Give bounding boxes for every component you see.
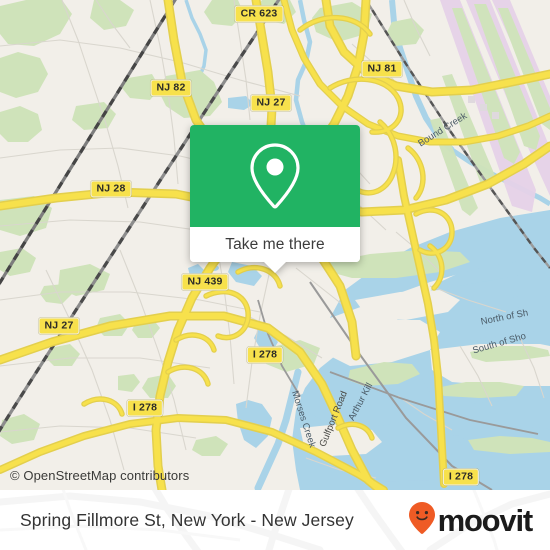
location-popup-card[interactable]: Take me there: [190, 125, 360, 273]
take-me-there-button[interactable]: Take me there: [190, 227, 360, 262]
moovit-pin-icon: [408, 501, 436, 540]
moovit-map-screen: Bound Creek North of Sh South of Sho Mor…: [0, 0, 550, 550]
road-shield-nj-27-south[interactable]: NJ 27: [38, 317, 80, 335]
road-shield-nj-81[interactable]: NJ 81: [361, 60, 403, 78]
moovit-logo[interactable]: moovit: [408, 501, 534, 540]
popup-pointer-tail: [263, 261, 287, 273]
road-shield-nj-82[interactable]: NJ 82: [150, 79, 192, 97]
location-title: Spring Fillmore St, New York - New Jerse…: [20, 509, 354, 530]
popup-body: Take me there: [190, 125, 360, 262]
road-shield-nj-27-north[interactable]: NJ 27: [250, 94, 292, 112]
road-shield-cr-623[interactable]: CR 623: [234, 5, 284, 23]
moovit-wordmark: moovit: [437, 502, 534, 538]
map-pin-icon: [247, 141, 303, 211]
footer-content: Spring Fillmore St, New York - New Jerse…: [0, 490, 550, 550]
road-shield-i-278-west[interactable]: I 278: [126, 399, 164, 417]
road-shield-nj-439[interactable]: NJ 439: [181, 273, 229, 291]
road-shield-i-278-north[interactable]: I 278: [246, 346, 284, 364]
road-shield-i-278-south[interactable]: I 278: [442, 468, 480, 486]
footer-bar: Spring Fillmore St, New York - New Jerse…: [0, 490, 550, 550]
take-me-there-label: Take me there: [225, 235, 325, 253]
road-shield-nj-28[interactable]: NJ 28: [90, 180, 132, 198]
osm-attribution[interactable]: © OpenStreetMap contributors: [10, 468, 189, 483]
popup-header: [190, 125, 360, 227]
